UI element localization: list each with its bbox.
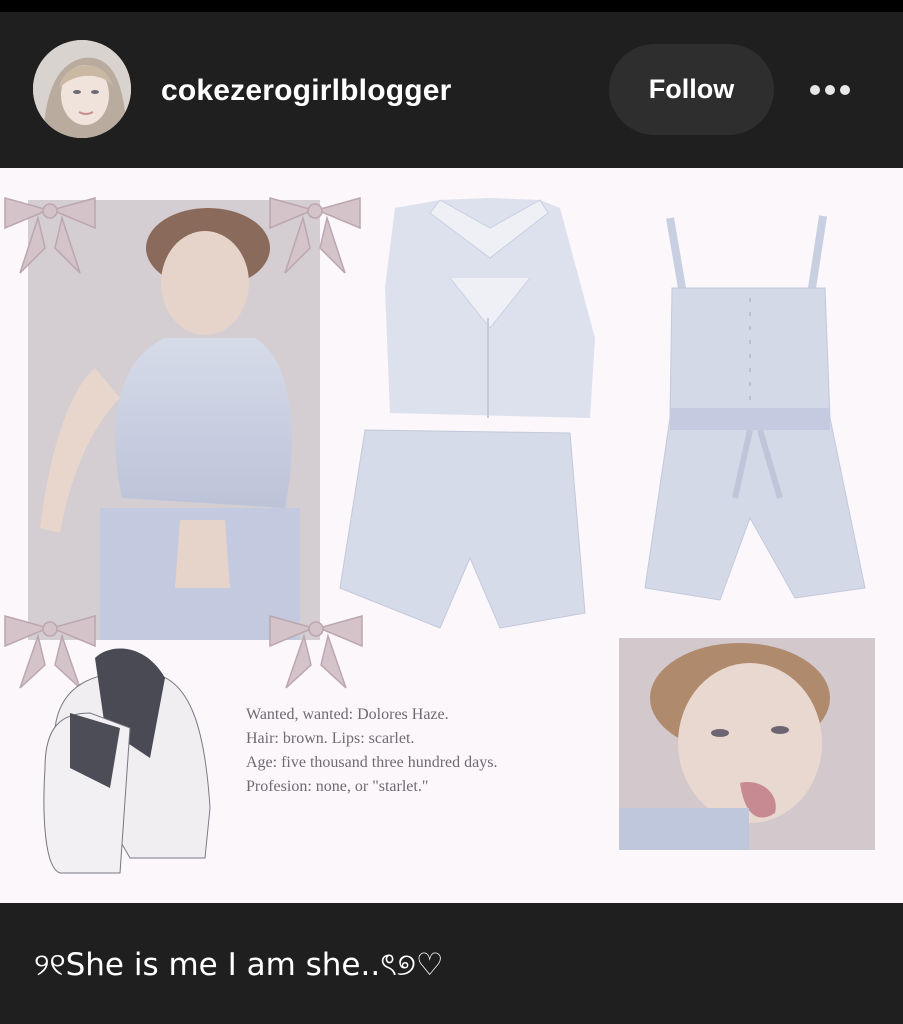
model-photo-right: [619, 638, 875, 850]
post-caption: ୨୧She is me I am she..ৎ୭♡: [34, 947, 444, 983]
model-photo-left: [28, 200, 320, 640]
post-header: cokezerogirlblogger Follow: [0, 12, 903, 168]
avatar[interactable]: [33, 40, 131, 138]
username[interactable]: cokezerogirlblogger: [161, 74, 452, 108]
post-image[interactable]: Wanted, wanted: Dolores Haze. Hair: brow…: [0, 168, 903, 903]
poem-line-4: Profesion: none, or "starlet.": [246, 778, 429, 795]
more-horizontal-icon[interactable]: [800, 72, 860, 108]
caption-area: ୨୧She is me I am she..ৎ୭♡: [0, 903, 903, 1024]
profile-photo: [33, 40, 131, 138]
status-bar-strip: [0, 0, 903, 12]
poem-line-3: Age: five thousand three hundred days.: [246, 754, 498, 771]
shorts-item: [339, 429, 586, 629]
romper-item: [644, 215, 866, 601]
saddle-shoes-item: [43, 648, 211, 874]
crop-top-item: [385, 198, 595, 418]
collage-graphic: [4, 197, 875, 874]
poem-line-1: Wanted, wanted: Dolores Haze.: [246, 706, 449, 723]
follow-button[interactable]: Follow: [609, 44, 774, 135]
poem-line-2: Hair: brown. Lips: scarlet.: [246, 730, 415, 747]
